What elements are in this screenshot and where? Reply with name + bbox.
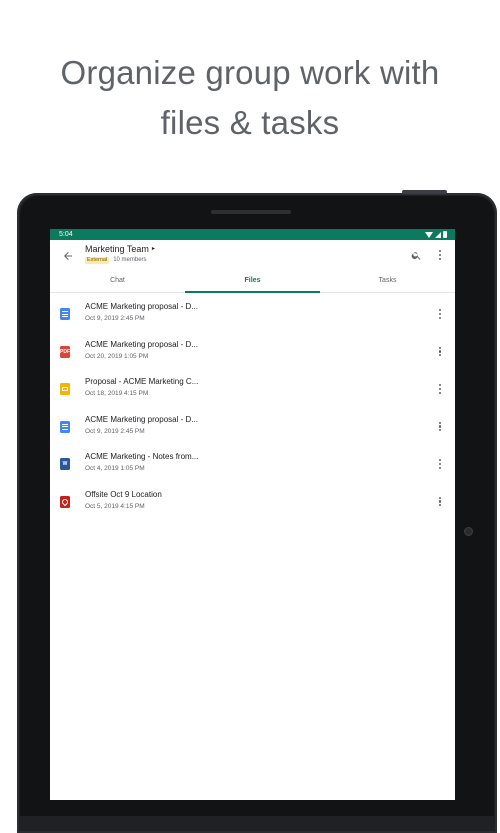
more-vertical-icon xyxy=(438,459,442,469)
status-bar: 5:04 xyxy=(50,229,455,240)
file-name: ACME Marketing proposal - D... xyxy=(85,302,198,311)
file-more-button[interactable] xyxy=(433,495,447,509)
file-date: Oct 4, 2019 1:05 PM xyxy=(85,465,145,472)
file-row[interactable]: Proposal - ACME Marketing C... Oct 18, 2… xyxy=(50,373,455,411)
file-date: Oct 18, 2019 4:15 PM xyxy=(85,390,149,397)
pdf-icon: PDF xyxy=(60,345,70,358)
file-name: Offsite Oct 9 Location xyxy=(85,489,162,499)
search-icon xyxy=(411,251,421,260)
file-more-button[interactable] xyxy=(433,420,447,434)
status-icons xyxy=(425,231,447,238)
more-vertical-icon xyxy=(438,346,442,357)
wifi-icon xyxy=(425,231,433,238)
file-name: Proposal - ACME Marketing C... xyxy=(85,377,199,386)
headline: Organize group work with files & tasks xyxy=(0,48,500,148)
file-row[interactable]: Offsite Oct 9 Location Oct 5, 2019 4:15 … xyxy=(50,486,455,524)
tab-tasks[interactable]: Tasks xyxy=(320,270,455,292)
app-screen: 5:04 Marketing Team ▸ External 10 member… xyxy=(50,229,455,800)
status-time: 5:04 xyxy=(59,231,73,238)
headline-line-2: files & tasks xyxy=(160,104,340,141)
file-more-button[interactable] xyxy=(433,382,447,396)
tab-bar: Chat Files Tasks xyxy=(50,270,455,293)
more-options-button[interactable] xyxy=(433,248,447,262)
tab-chat[interactable]: Chat xyxy=(50,270,185,292)
signal-icon xyxy=(435,231,441,238)
more-vertical-icon xyxy=(438,421,442,432)
map-location-icon xyxy=(60,495,70,508)
file-more-button[interactable] xyxy=(433,345,447,359)
file-more-button[interactable] xyxy=(433,457,447,471)
file-date: Oct 20, 2019 1:05 PM xyxy=(85,352,149,360)
file-date: Oct 5, 2019 4:15 PM xyxy=(85,502,145,510)
power-button xyxy=(402,190,447,194)
group-title: Marketing Team xyxy=(85,244,149,254)
headline-line-1: Organize group work with xyxy=(60,54,440,91)
google-doc-icon xyxy=(60,308,70,320)
more-vertical-icon xyxy=(438,250,442,260)
file-row[interactable]: ACME Marketing proposal - D... Oct 9, 20… xyxy=(50,411,455,449)
file-name: ACME Marketing proposal - D... xyxy=(85,339,198,349)
arrow-left-icon xyxy=(64,252,72,260)
file-row[interactable]: PDF ACME Marketing proposal - D... Oct 2… xyxy=(50,336,455,374)
file-name: ACME Marketing proposal - D... xyxy=(85,414,198,424)
chevron-right-icon: ▸ xyxy=(151,246,155,252)
file-list: ACME Marketing proposal - D... Oct 9, 20… xyxy=(50,293,455,523)
app-bar: Marketing Team ▸ External 10 members xyxy=(50,240,455,270)
google-doc-icon xyxy=(60,420,70,433)
tab-files[interactable]: Files xyxy=(185,270,320,292)
file-row[interactable]: W ACME Marketing - Notes from... Oct 4, … xyxy=(50,448,455,486)
file-date: Oct 9, 2019 2:45 PM xyxy=(85,315,145,322)
external-badge: External xyxy=(85,257,110,264)
word-icon: W xyxy=(60,458,70,470)
file-row[interactable]: ACME Marketing proposal - D... Oct 9, 20… xyxy=(50,298,455,336)
file-name: ACME Marketing - Notes from... xyxy=(85,452,199,461)
search-button[interactable] xyxy=(409,248,423,262)
more-vertical-icon xyxy=(438,309,442,319)
google-slides-icon xyxy=(60,383,70,395)
member-count: 10 members xyxy=(113,257,147,263)
group-header[interactable]: Marketing Team ▸ External 10 members xyxy=(85,244,155,264)
tablet-speaker xyxy=(211,210,291,214)
more-vertical-icon xyxy=(438,496,442,507)
back-button[interactable] xyxy=(60,248,76,264)
file-date: Oct 9, 2019 2:45 PM xyxy=(85,427,145,435)
file-more-button[interactable] xyxy=(433,307,447,321)
more-vertical-icon xyxy=(438,384,442,394)
tablet-camera xyxy=(465,528,472,535)
battery-icon xyxy=(443,231,447,238)
